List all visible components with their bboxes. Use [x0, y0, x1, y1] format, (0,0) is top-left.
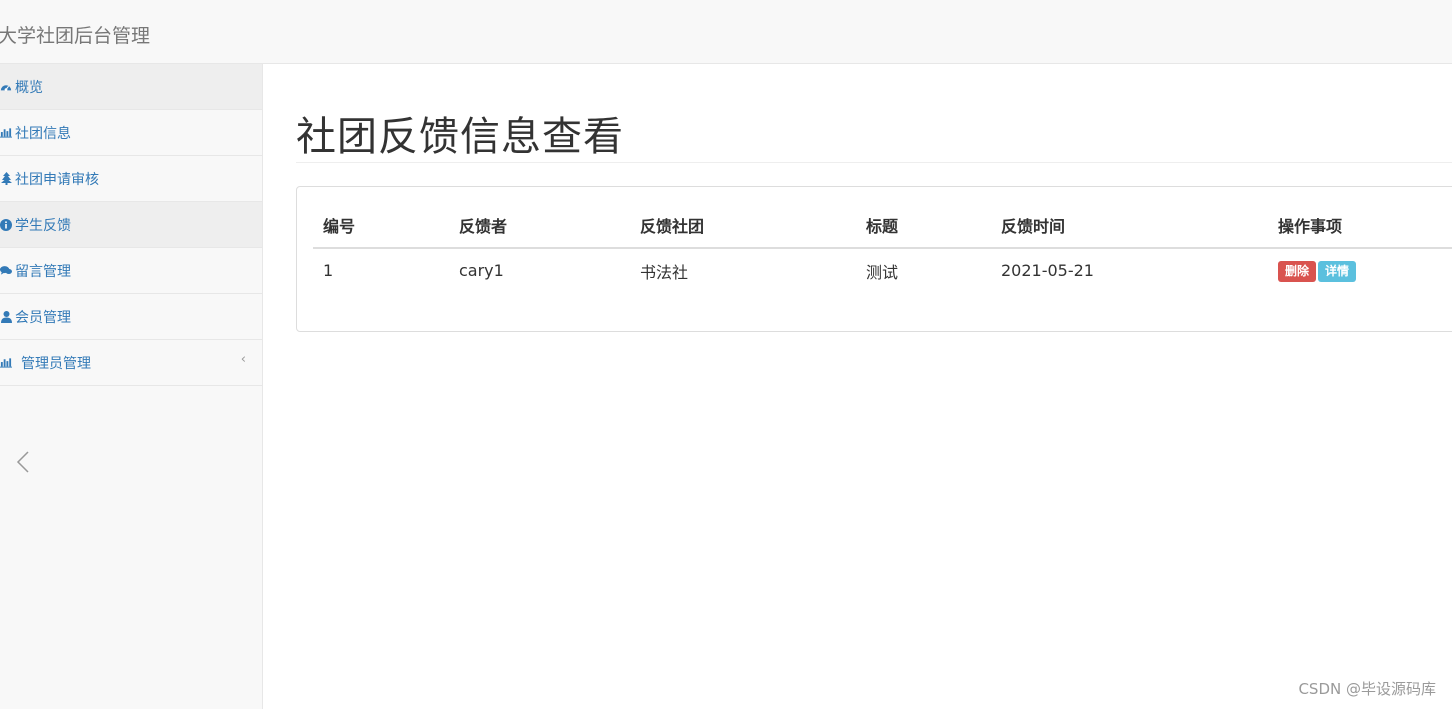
bar-chart-icon — [0, 126, 12, 140]
sidebar-item-member-management[interactable]: 会员管理 — [0, 294, 262, 340]
sidebar-item-message-management[interactable]: 留言管理 — [0, 248, 262, 294]
sidebar-item-label: 留言管理 — [15, 263, 71, 280]
table-header-row: 编号 反馈者 反馈社团 标题 反馈时间 操作事项 — [313, 203, 1452, 249]
sidebar-item-label: 会员管理 — [15, 309, 71, 326]
info-circle-icon — [0, 218, 12, 232]
cell-club: 书法社 — [640, 262, 689, 282]
brand-title[interactable]: 大学社团后台管理 — [0, 21, 150, 48]
sidebar-collapse-icon[interactable] — [12, 450, 32, 474]
sidebar: 概览 社团信息 社团申请审核 学生反馈 留言管理 会员管理 管理员管理 ‹ — [0, 64, 263, 709]
sidebar-item-admin-management[interactable]: 管理员管理 ‹ — [0, 340, 262, 386]
title-divider — [296, 162, 1452, 163]
cell-time: 2021-05-21 — [1001, 261, 1094, 280]
cell-actions: 删除 详情 — [1268, 248, 1452, 292]
table-row: 1 cary1 书法社 测试 2021-05-21 删除 详情 — [313, 248, 1452, 292]
top-navbar: 大学社团后台管理 — [0, 0, 1452, 64]
watermark: CSDN @毕设源码库 — [1298, 680, 1436, 698]
column-header-title: 标题 — [856, 203, 991, 249]
sidebar-item-label: 管理员管理 — [21, 355, 91, 372]
sidebar-item-student-feedback[interactable]: 学生反馈 — [0, 202, 262, 248]
delete-button[interactable]: 删除 — [1278, 260, 1317, 282]
page-title: 社团反馈信息查看 — [296, 114, 624, 160]
user-icon — [0, 310, 12, 324]
detail-button[interactable]: 详情 — [1318, 260, 1357, 282]
sidebar-item-label: 社团信息 — [15, 125, 71, 142]
sidebar-item-club-info[interactable]: 社团信息 — [0, 110, 262, 156]
sidebar-item-label: 概览 — [15, 79, 43, 96]
dashboard-icon — [0, 80, 12, 94]
cell-title: 测试 — [866, 262, 899, 282]
feedback-panel: 编号 反馈者 反馈社团 标题 反馈时间 操作事项 1 cary1 书法社 测试 … — [296, 186, 1452, 332]
sidebar-item-club-application-review[interactable]: 社团申请审核 — [0, 156, 262, 202]
column-header-user: 反馈者 — [449, 203, 630, 249]
tree-icon — [0, 172, 12, 186]
sidebar-item-overview[interactable]: 概览 — [0, 64, 262, 110]
bar-chart-icon — [0, 356, 12, 370]
sidebar-item-label: 学生反馈 — [15, 217, 71, 234]
cell-user: cary1 — [459, 261, 504, 280]
cell-id: 1 — [323, 261, 334, 280]
column-header-id: 编号 — [313, 203, 449, 249]
column-header-actions: 操作事项 — [1268, 203, 1452, 249]
feedback-table: 编号 反馈者 反馈社团 标题 反馈时间 操作事项 1 cary1 书法社 测试 … — [313, 203, 1452, 292]
chevron-left-icon[interactable]: ‹ — [241, 352, 246, 367]
sidebar-item-label: 社团申请审核 — [15, 171, 99, 188]
column-header-club: 反馈社团 — [630, 203, 856, 249]
comments-icon — [0, 264, 12, 278]
column-header-time: 反馈时间 — [991, 203, 1268, 249]
